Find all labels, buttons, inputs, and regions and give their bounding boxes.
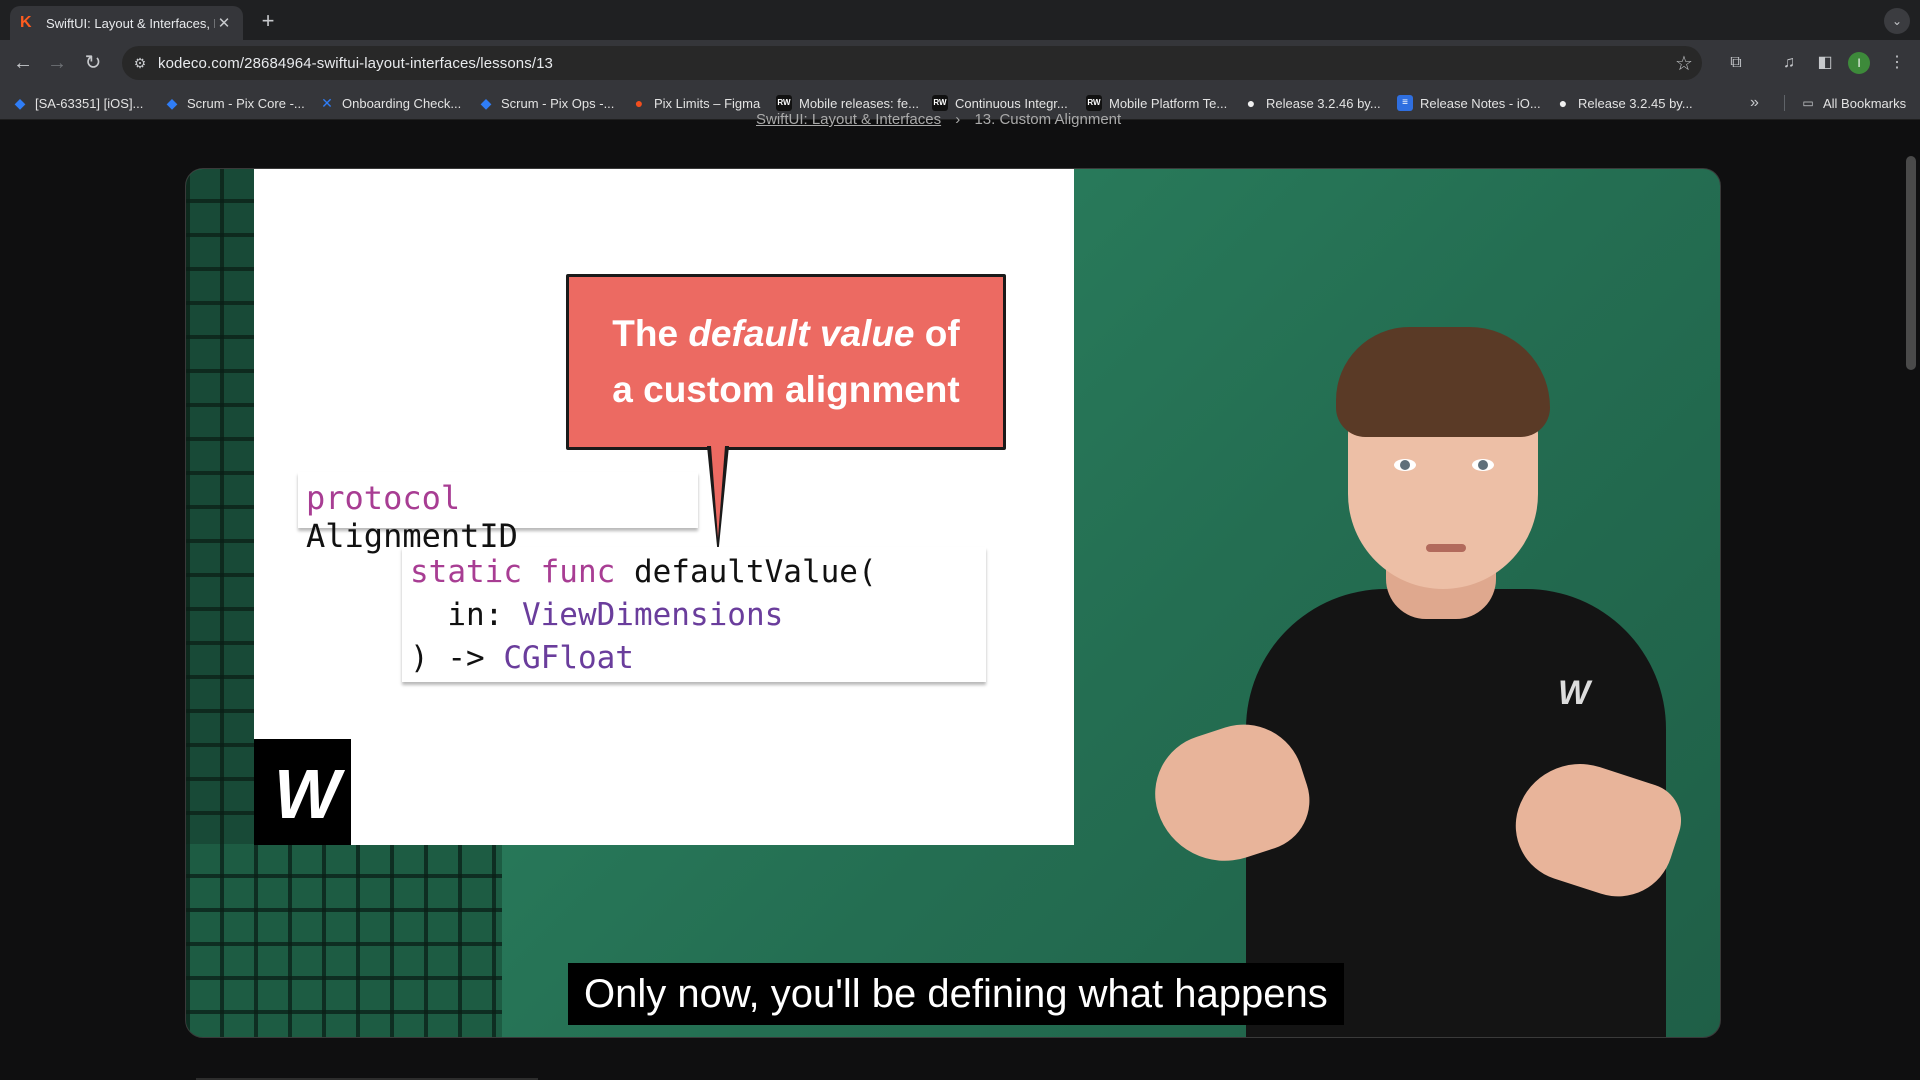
site-info-icon[interactable]: ⚙ (122, 55, 158, 72)
presenter-mouth (1426, 544, 1466, 552)
code-line-1: static func defaultValue( (410, 554, 877, 590)
breadcrumb-course-link[interactable]: SwiftUI: Layout & Interfaces (756, 111, 941, 128)
media-controls-icon[interactable]: ♫ (1776, 50, 1802, 76)
active-tab[interactable]: K SwiftUI: Layout & Interfaces, L ✕ (10, 6, 243, 40)
bookmark-item[interactable]: ● Release 3.2.46 by... (1243, 86, 1381, 120)
bookmark-label: Release Notes - iO... (1420, 95, 1541, 111)
bookmark-item[interactable]: ◆ Scrum - Pix Core -... (164, 86, 305, 120)
presenter-hair (1336, 327, 1550, 437)
tab-search-button[interactable]: ⌄ (1884, 8, 1910, 34)
bookmark-star-icon[interactable]: ☆ (1666, 51, 1702, 76)
more-bookmarks-icon[interactable]: » (1750, 86, 1759, 120)
bookmark-item[interactable]: ✕ Onboarding Check... (319, 86, 461, 120)
video-player[interactable]: The default value of a custom alignment … (185, 168, 1721, 1038)
rw-icon: RW (1086, 95, 1102, 111)
confluence-icon: ✕ (321, 95, 333, 111)
code-func-box: static func defaultValue( in: ViewDimens… (402, 547, 986, 682)
side-panel-icon[interactable]: ◧ (1812, 50, 1838, 76)
jira-icon: ◆ (14, 95, 26, 111)
menu-kebab-icon[interactable]: ⋮ (1884, 50, 1910, 76)
all-bookmarks-label: All Bookmarks (1823, 95, 1907, 111)
bookmark-item[interactable]: ◆ Scrum - Pix Ops -... (478, 86, 615, 120)
bookmark-label: Mobile Platform Te... (1109, 95, 1228, 111)
folder-icon: ▭ (1802, 96, 1814, 110)
github-icon: ● (1246, 95, 1256, 111)
url-text[interactable]: kodeco.com/28684964-swiftui-layout-inter… (158, 55, 1666, 72)
rw-icon: RW (932, 95, 948, 111)
callout-line-1: The default value of (612, 313, 960, 354)
reload-button[interactable]: ↻ (78, 48, 108, 78)
presenter-eye (1472, 459, 1494, 471)
bookmark-label: Mobile releases: fe... (799, 95, 919, 111)
bookmark-label: [SA-63351] [iOS]... (35, 95, 144, 111)
new-tab-button[interactable]: + (254, 8, 282, 36)
bookmark-label: Release 3.2.46 by... (1266, 95, 1381, 111)
tab-title: SwiftUI: Layout & Interfaces, L (46, 15, 215, 31)
presenter-eye (1394, 459, 1416, 471)
breadcrumb: SwiftUI: Layout & Interfaces › 13. Custo… (756, 111, 1121, 128)
figma-icon: ● (634, 95, 644, 111)
bookmark-label: Scrum - Pix Ops -... (501, 95, 615, 111)
github-icon: ● (1558, 95, 1568, 111)
page-scrollbar[interactable] (1906, 156, 1916, 370)
code-line-2: in: ViewDimensions (410, 597, 784, 633)
back-button[interactable]: ← (8, 48, 38, 78)
jira-icon: ◆ (480, 95, 492, 111)
profile-avatar[interactable]: I (1848, 52, 1870, 74)
mosaic-background-lower (186, 844, 502, 1037)
rw-logo: W (254, 739, 351, 845)
callout-tail-fill (711, 446, 725, 538)
address-bar[interactable]: ⚙ kodeco.com/28684964-swiftui-layout-int… (122, 46, 1702, 80)
bookmark-label: Release 3.2.45 by... (1578, 95, 1693, 111)
bookmark-label: Onboarding Check... (342, 95, 462, 111)
breadcrumb-current: 13. Custom Alignment (974, 111, 1122, 128)
bookmark-label: Scrum - Pix Core -... (187, 95, 305, 111)
bookmarks-divider (1784, 95, 1785, 111)
all-bookmarks-button[interactable]: ▭ All Bookmarks (1800, 86, 1906, 120)
code-line-3: ) -> CGFloat (410, 640, 634, 676)
jira-icon: ◆ (166, 95, 178, 111)
video-caption: Only now, you'll be defining what happen… (568, 963, 1344, 1025)
browser-toolbar: ← → ↻ ⚙ kodeco.com/28684964-swiftui-layo… (0, 40, 1920, 86)
bookmark-label: Continuous Integr... (955, 95, 1068, 111)
tab-strip: K SwiftUI: Layout & Interfaces, L ✕ + ⌄ (0, 0, 1920, 40)
shirt-logo-icon: W (1557, 674, 1591, 712)
lesson-slide: The default value of a custom alignment … (254, 169, 1074, 845)
bookmark-label: Pix Limits – Figma (654, 95, 761, 111)
bookmark-item[interactable]: ≡ Release Notes - iO... (1397, 86, 1541, 120)
bookmark-item[interactable]: ◆ [SA-63351] [iOS]... (12, 86, 144, 120)
breadcrumb-separator: › (955, 111, 961, 128)
rw-logo-mark-icon: W (274, 755, 341, 833)
bookmark-item[interactable]: ● Release 3.2.45 by... (1555, 86, 1693, 120)
presenter-figure: W (1086, 169, 1720, 1037)
docs-icon: ≡ (1397, 95, 1413, 111)
callout-bubble: The default value of a custom alignment (566, 274, 1006, 450)
code-protocol-box: protocol AlignmentID (298, 472, 698, 555)
page-content: SwiftUI: Layout & Interfaces › 13. Custo… (0, 111, 1920, 1080)
rw-icon: RW (776, 95, 792, 111)
extensions-icon[interactable]: ⧉ (1723, 50, 1749, 76)
close-tab-icon[interactable]: ✕ (215, 14, 233, 32)
bookmark-item[interactable]: ● Pix Limits – Figma (631, 86, 760, 120)
forward-button[interactable]: → (42, 48, 72, 78)
kodeco-favicon-icon: K (20, 14, 32, 31)
callout-line-2: a custom alignment (612, 369, 960, 410)
